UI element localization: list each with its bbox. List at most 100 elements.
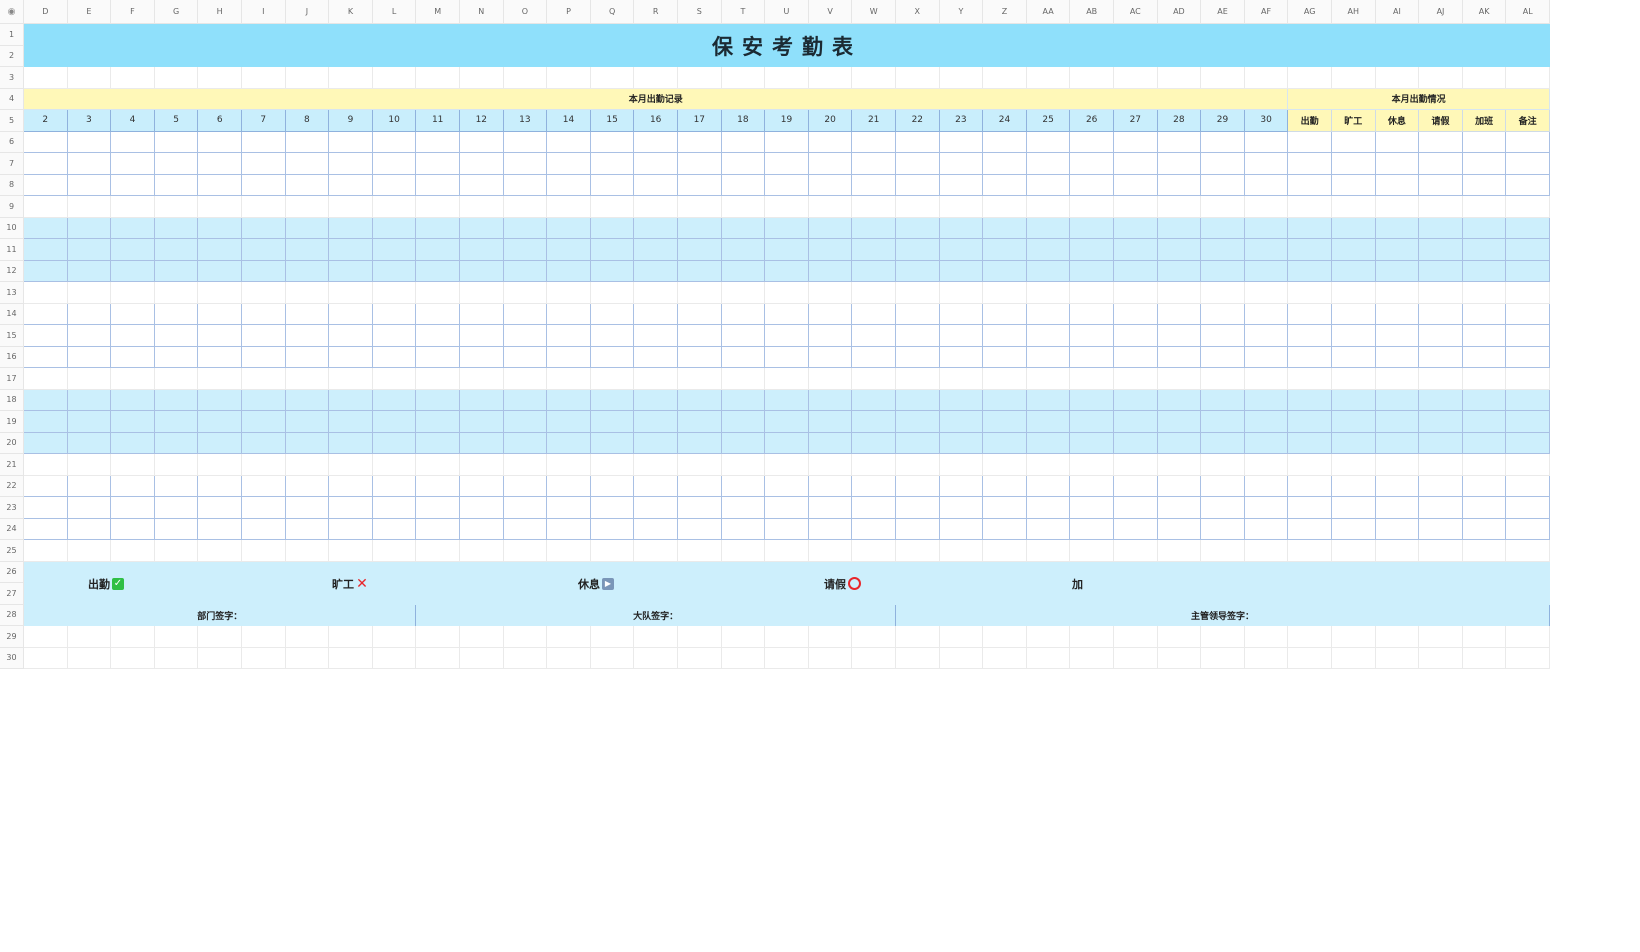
grid-cell[interactable]: [154, 131, 199, 153]
grid-cell[interactable]: [1114, 282, 1158, 304]
grid-cell[interactable]: [329, 432, 373, 454]
grid-cell[interactable]: [1070, 239, 1114, 261]
grid-cell[interactable]: [1244, 260, 1289, 282]
grid-cell[interactable]: [1070, 540, 1114, 562]
row-header[interactable]: 2: [0, 45, 24, 67]
grid-cell[interactable]: [939, 497, 984, 519]
grid-cell[interactable]: [1114, 647, 1158, 669]
grid-cell[interactable]: [678, 475, 722, 497]
grid-cell[interactable]: [503, 325, 548, 347]
grid-cell[interactable]: [24, 389, 68, 411]
grid-cell[interactable]: [242, 454, 286, 476]
grid-cell[interactable]: [416, 303, 460, 325]
grid-cell[interactable]: [1375, 196, 1420, 218]
row-header[interactable]: 11: [0, 239, 24, 261]
grid-cell[interactable]: [634, 131, 678, 153]
grid-cell[interactable]: [808, 518, 853, 540]
grid-cell[interactable]: [852, 518, 896, 540]
grid-cell[interactable]: [242, 153, 286, 175]
grid-cell[interactable]: [634, 325, 678, 347]
grid-cell[interactable]: [67, 389, 112, 411]
grid-cell[interactable]: [1332, 325, 1376, 347]
grid-cell[interactable]: [416, 647, 460, 669]
day-header[interactable]: 10: [372, 110, 417, 132]
grid-cell[interactable]: [1157, 196, 1202, 218]
grid-cell[interactable]: [721, 626, 766, 648]
grid-cell[interactable]: [329, 325, 373, 347]
grid-cell[interactable]: [634, 282, 678, 304]
grid-cell[interactable]: [808, 260, 853, 282]
grid-cell[interactable]: [460, 346, 504, 368]
grid-cell[interactable]: [1244, 432, 1289, 454]
grid-cell[interactable]: [1332, 153, 1376, 175]
grid-cell[interactable]: [1288, 368, 1332, 390]
day-header[interactable]: 19: [765, 110, 809, 132]
grid-cell[interactable]: [1375, 325, 1420, 347]
column-header[interactable]: T: [721, 0, 766, 24]
grid-cell[interactable]: [24, 153, 68, 175]
grid-cell[interactable]: [1375, 626, 1420, 648]
grid-cell[interactable]: [765, 389, 809, 411]
grid-cell[interactable]: [1070, 153, 1114, 175]
row-header[interactable]: 15: [0, 325, 24, 347]
grid-cell[interactable]: [1419, 540, 1463, 562]
grid-cell[interactable]: [634, 217, 678, 239]
grid-cell[interactable]: [329, 239, 373, 261]
grid-cell[interactable]: [1244, 196, 1289, 218]
grid-cell[interactable]: [1157, 131, 1202, 153]
grid-cell[interactable]: [547, 260, 591, 282]
grid-cell[interactable]: [1244, 239, 1289, 261]
grid-cell[interactable]: [547, 368, 591, 390]
grid-cell[interactable]: [111, 217, 155, 239]
grid-cell[interactable]: [590, 454, 635, 476]
column-header[interactable]: AD: [1157, 0, 1202, 24]
day-header[interactable]: 5: [154, 110, 199, 132]
row-header[interactable]: 24: [0, 518, 24, 540]
grid-cell[interactable]: [678, 325, 722, 347]
grid-cell[interactable]: [111, 239, 155, 261]
day-header[interactable]: 6: [198, 110, 242, 132]
row-header[interactable]: 20: [0, 432, 24, 454]
grid-cell[interactable]: [111, 626, 155, 648]
grid-cell[interactable]: [1244, 368, 1289, 390]
grid-cell[interactable]: [808, 239, 853, 261]
grid-cell[interactable]: [896, 239, 940, 261]
grid-cell[interactable]: [896, 282, 940, 304]
grid-cell[interactable]: [1157, 497, 1202, 519]
grid-cell[interactable]: [24, 540, 68, 562]
grid-cell[interactable]: [1506, 260, 1550, 282]
grid-cell[interactable]: [1375, 153, 1420, 175]
grid-cell[interactable]: [1157, 174, 1202, 196]
day-header[interactable]: 3: [67, 110, 112, 132]
grid-cell[interactable]: [852, 647, 896, 669]
grid-cell[interactable]: [721, 389, 766, 411]
day-header[interactable]: 12: [460, 110, 504, 132]
grid-cell[interactable]: [460, 217, 504, 239]
grid-cell[interactable]: [721, 153, 766, 175]
grid-cell[interactable]: [1506, 67, 1550, 89]
grid-cell[interactable]: [678, 174, 722, 196]
grid-cell[interactable]: [896, 540, 940, 562]
grid-cell[interactable]: [1201, 540, 1245, 562]
grid-cell[interactable]: [852, 239, 896, 261]
grid-cell[interactable]: [1462, 260, 1507, 282]
grid-cell[interactable]: [1506, 153, 1550, 175]
grid-cell[interactable]: [1375, 303, 1420, 325]
column-header[interactable]: F: [111, 0, 155, 24]
grid-cell[interactable]: [939, 153, 984, 175]
grid-cell[interactable]: [198, 67, 242, 89]
grid-cell[interactable]: [24, 282, 68, 304]
grid-cell[interactable]: [939, 303, 984, 325]
row-header[interactable]: 19: [0, 411, 24, 433]
grid-cell[interactable]: [547, 325, 591, 347]
grid-cell[interactable]: [111, 325, 155, 347]
grid-cell[interactable]: [1114, 411, 1158, 433]
grid-cell[interactable]: [329, 411, 373, 433]
grid-cell[interactable]: [939, 346, 984, 368]
grid-cell[interactable]: [808, 647, 853, 669]
grid-cell[interactable]: [721, 368, 766, 390]
grid-cell[interactable]: [1375, 647, 1420, 669]
grid-cell[interactable]: [372, 647, 417, 669]
grid-cell[interactable]: [896, 432, 940, 454]
grid-cell[interactable]: [329, 497, 373, 519]
